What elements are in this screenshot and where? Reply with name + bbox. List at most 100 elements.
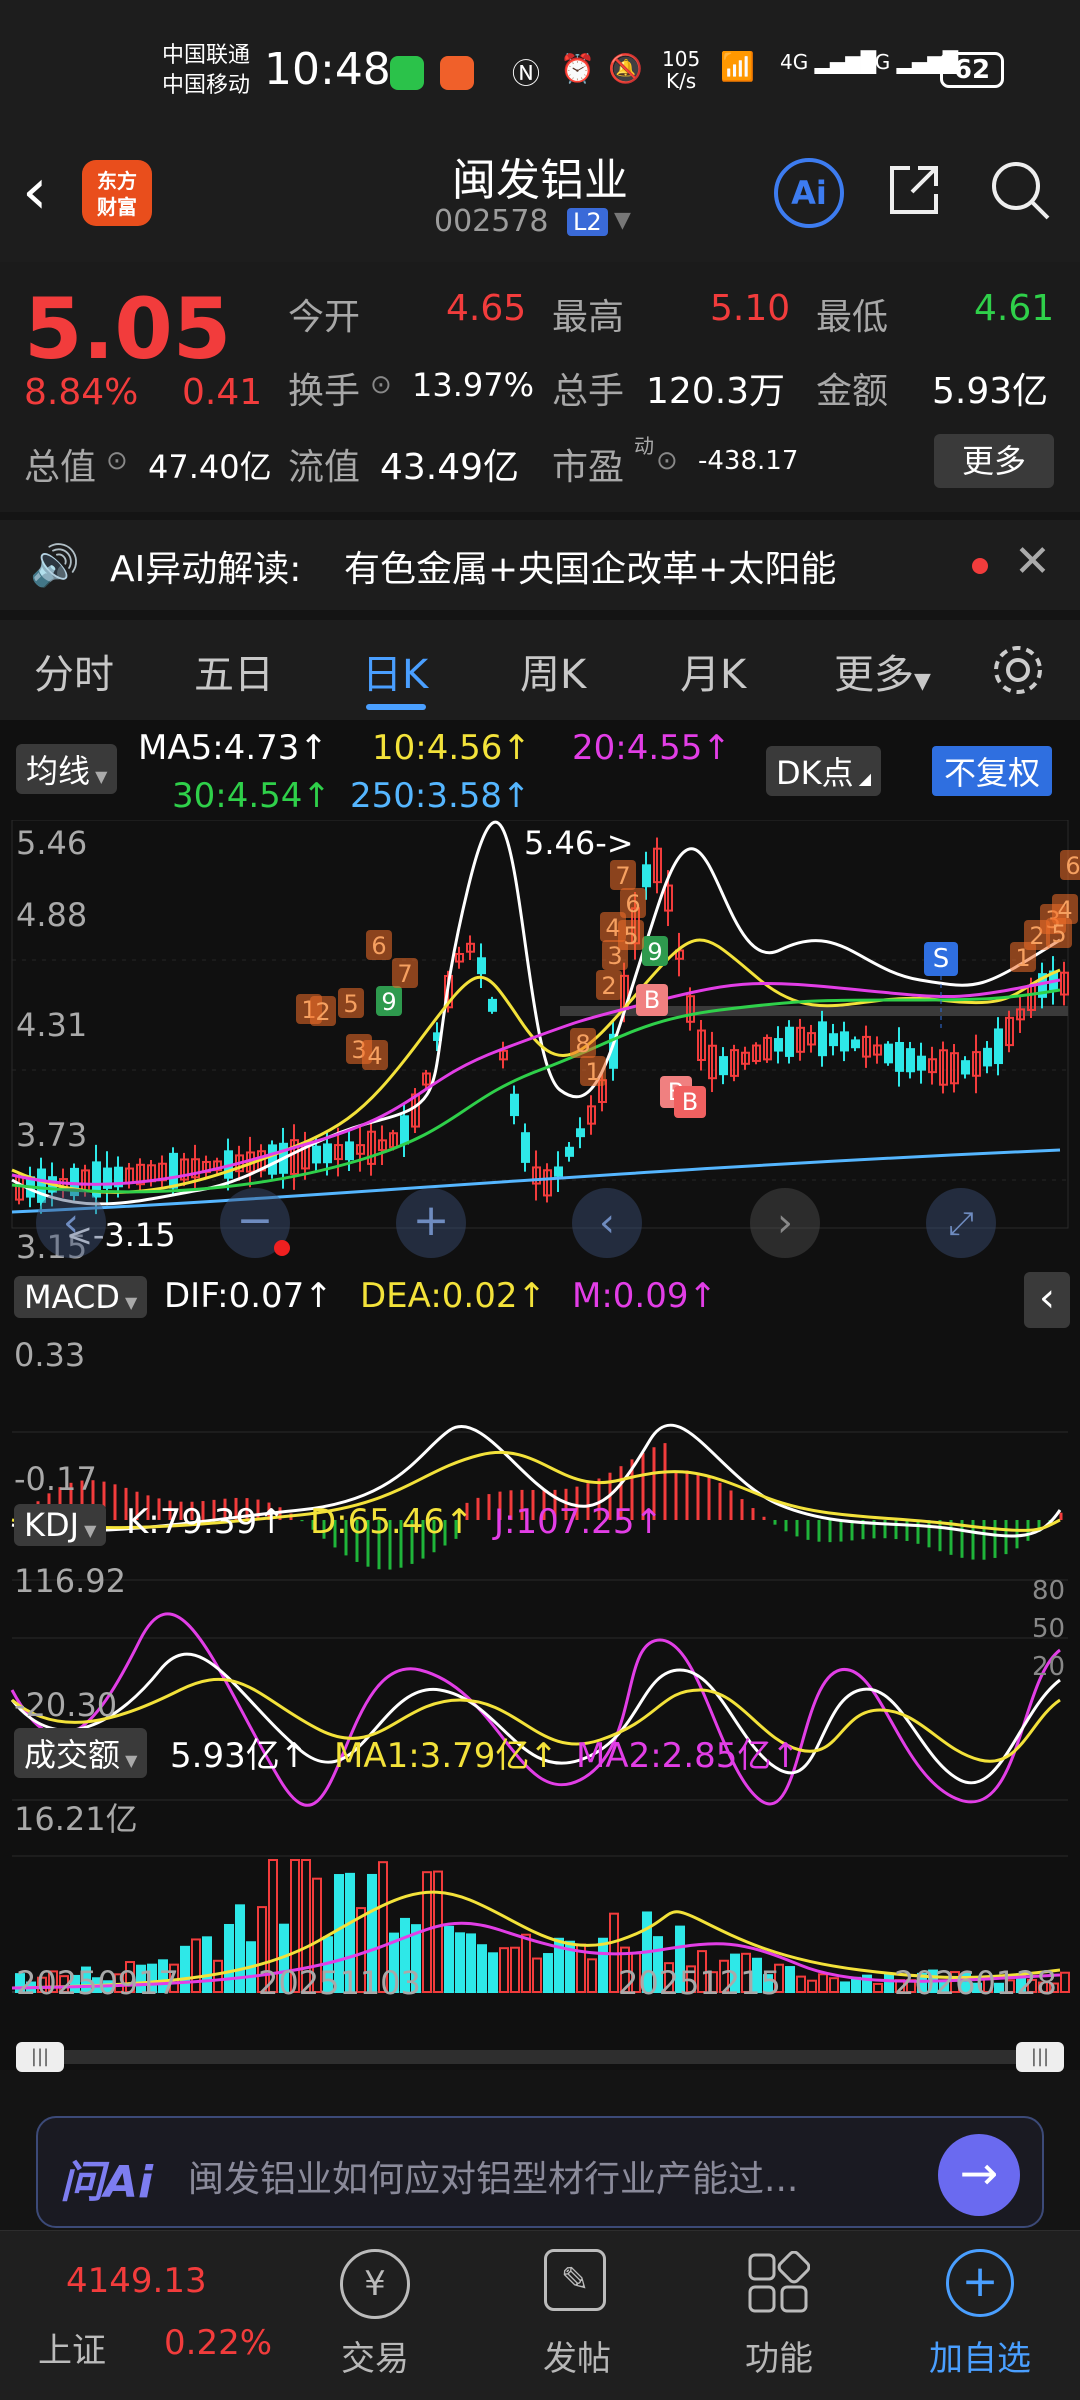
candle-body [884,1043,893,1064]
range-slider-right-handle[interactable]: ||| [1016,2042,1064,2072]
functions-grid-icon[interactable] [746,2250,811,2315]
buy-signal-label: B [644,986,660,1014]
tab-monthly-k[interactable]: 月K [680,642,746,700]
alarm-icon: ⏰ [560,52,595,85]
arrow-right-icon[interactable]: → [938,2134,1020,2216]
collapse-panel-icon[interactable]: ‹ [1024,1272,1070,1328]
settings-gear-icon[interactable] [990,642,1046,698]
amount-selector[interactable]: 成交额 ▼ [14,1728,148,1778]
amount-bar [213,1959,223,1993]
ma10-value: 10:4.56↑ [372,728,531,768]
carrier-1: 中国联通 [162,43,251,68]
quote-panel: 5.05 8.84% 0.41 今开 4.65 最高 5.10 最低 4.61 … [0,262,1080,512]
amount-bar [466,1933,476,1994]
close-icon[interactable]: ✕ [1014,536,1051,587]
amount-selector-label: 成交额 [24,1736,121,1774]
candle-body [851,1039,860,1049]
kline-chart-area[interactable]: 均线 ▼ MA5:4.73↑ 10:4.56↑ 20:4.55↑ 30:4.54… [0,720,1080,2072]
amount-bar [202,1936,212,1993]
candle-body [312,1145,321,1164]
adjust-mode-button[interactable]: 不复权 [932,746,1053,796]
candle-body [917,1055,926,1071]
y-tick-3: 4.31 [16,1006,88,1044]
search-icon[interactable] [988,158,1052,222]
step-back-icon[interactable]: ‹ [572,1188,642,1258]
candle-body [840,1031,849,1052]
share-icon[interactable] [884,160,944,220]
count-label-text: 2 [601,972,616,1000]
index-value[interactable]: 4149.13 [66,2261,207,2301]
ma5-value: MA5:4.73↑ [138,728,328,768]
bottom-tab-bar: 4149.13 上证 0.22% ¥ 交易 ✎ 发帖 功能 + 加自选 [0,2230,1080,2400]
tab-five-day[interactable]: 五日 [194,642,274,700]
turnover-value: 13.97% [412,366,535,404]
macd-selector[interactable]: MACD ▼ [14,1276,148,1318]
tab-intraday[interactable]: 分时 [34,642,114,700]
pan-left-icon[interactable]: ‹ [36,1188,106,1258]
ai-banner[interactable]: 🔊 AI异动解读: 有色金属+央国企改革+太阳能 ✕ [0,520,1080,610]
zoom-in-icon[interactable]: + [396,1188,466,1258]
macd-m-value: M:0.09↑ [572,1276,717,1316]
index-name[interactable]: 上证 [38,2323,106,2372]
tab-trade[interactable]: 交易 [320,2331,430,2380]
status-bar: 中国联通 中国移动 10:48 Ⓝ ⏰ 🔕 105 K/s 📶 4G ▂▄▆█ … [0,0,1080,140]
chevron-down-icon[interactable]: ▼ [614,208,631,233]
tab-post[interactable]: 发帖 [522,2331,632,2380]
ask-ai-prompt[interactable]: 闽发铝业如何应对铝型材行业产能过... [188,2150,948,2202]
high-label: 最高 [552,297,625,338]
ask-ai-bar[interactable]: 问Ai 闽发铝业如何应对铝型材行业产能过... → [36,2116,1044,2228]
kdj-d-value: D:65.46↑ [310,1502,474,1542]
fullscreen-icon[interactable]: ⤢ [926,1188,996,1258]
add-watchlist-icon[interactable]: + [946,2249,1014,2317]
amount-bar [499,1947,509,1994]
y-tick-2: 4.88 [16,896,88,934]
step-forward-icon[interactable]: › [750,1188,820,1258]
dk-point-toggle[interactable]: DK点 ◢ [766,746,882,796]
ma-selector[interactable]: 均线 ▼ [16,744,118,794]
amount-bar [191,1938,201,1993]
tab-more-label: 更多 [834,652,914,698]
stock-code: 002578 [434,204,549,239]
tab-more[interactable]: 更多▼ [834,642,931,700]
change-amount: 0.41 [182,372,263,413]
tab-add-watchlist[interactable]: 加自选 [910,2331,1050,2380]
candle-body [345,1141,354,1161]
kline-svg: S B B B 9 9 123456781234567123456 [10,820,1080,1994]
count-label-text: 5 [623,922,638,950]
back-icon[interactable]: ‹ [22,160,48,224]
info-icon[interactable]: ⊙ [370,370,392,400]
x-date-4: 20260128 [894,1964,1057,2002]
index-change[interactable]: 0.22% [164,2323,272,2363]
range-slider-left-handle[interactable]: ||| [16,2042,64,2072]
kdj-k-value: K:79.39↑ [126,1502,286,1542]
ai-assistant-icon[interactable]: Ai [774,158,844,228]
app-notification-icon [440,56,474,90]
kdj-y-top: 116.92 [14,1562,126,1600]
net-speed: 105 K/s [662,48,700,92]
count-label-text: 8 [575,1030,590,1058]
level2-badge[interactable]: L2 [567,208,608,236]
info-icon[interactable]: ⊙ [656,446,678,476]
tab-weekly-k[interactable]: 周K [520,642,586,700]
tab-daily-k[interactable]: 日K [362,642,428,700]
ma20-value: 20:4.55↑ [572,728,731,768]
speaker-icon: 🔊 [30,543,80,589]
info-icon[interactable]: ⊙ [106,446,128,476]
x-date-3: 20251215 [618,1964,781,2002]
range-slider-track[interactable] [16,2050,1064,2064]
amount-bar [488,1952,498,1994]
kdj-ref-80: 80 [1032,1576,1066,1606]
post-edit-icon[interactable]: ✎ [544,2249,606,2311]
macd-selector-label: MACD [24,1278,120,1316]
trade-yen-icon[interactable]: ¥ [340,2249,410,2319]
macd-dif-value: DIF:0.07↑ [164,1276,333,1316]
more-button[interactable]: 更多 [934,434,1054,488]
candle-body [521,1132,530,1163]
y-tick-1: 5.46 [16,824,88,862]
current-price: 5.05 [24,280,232,378]
candle-body [268,1144,277,1175]
tab-functions[interactable]: 功能 [724,2331,834,2380]
status-time: 10:48 [264,44,391,95]
kdj-selector[interactable]: KDJ ▼ [14,1504,107,1546]
y-tick-4: 3.73 [16,1116,88,1154]
